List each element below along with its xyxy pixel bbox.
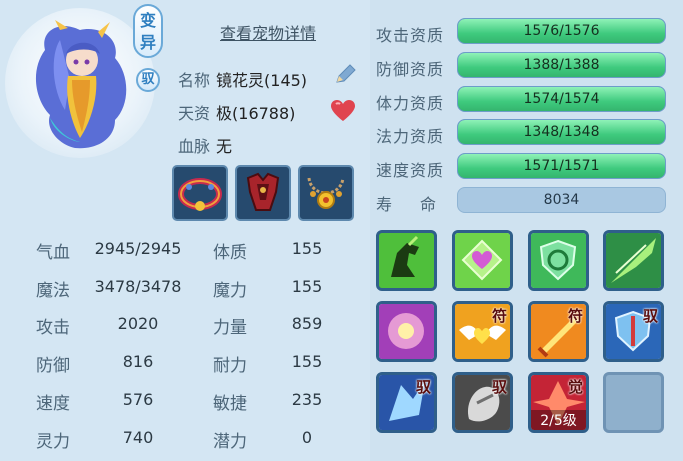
skill-tag-tame: 驭 xyxy=(415,378,431,396)
aptitude-label-speed: 速度资质 xyxy=(376,161,445,180)
equipment-slot-collar[interactable] xyxy=(172,165,228,221)
attr-label-agility: 敏捷 xyxy=(213,394,247,414)
view-pet-details-link[interactable]: 查看宠物详情 xyxy=(220,20,316,44)
equipment-slot-necklace[interactable] xyxy=(298,165,354,221)
skill-slot-3[interactable] xyxy=(528,230,589,291)
skill-slot-9[interactable]: 驭 xyxy=(376,372,437,433)
attr-label-endurance: 耐力 xyxy=(213,356,247,376)
aptitude-bar-speed: 1571/1571 xyxy=(457,153,666,179)
pet-bloodline-row: 血脉无 xyxy=(178,133,232,157)
stat-label-spirit: 灵力 xyxy=(36,432,70,452)
lifespan-value: 8034 xyxy=(457,187,666,213)
aptitude-value-defense: 1388/1388 xyxy=(523,57,600,73)
attr-label-constitution: 体质 xyxy=(213,243,247,263)
lotus-skill-icon xyxy=(379,304,434,359)
skill-slot-10[interactable]: 驭 xyxy=(452,372,513,433)
necklace-equipment-icon xyxy=(307,177,345,209)
aptitude-bar-defense: 1388/1388 xyxy=(457,52,666,78)
pencil-icon[interactable] xyxy=(332,62,358,88)
armor-equipment-icon xyxy=(246,172,280,211)
name-label: 名称 xyxy=(178,71,211,90)
stat-value-spirit: 740 xyxy=(122,428,154,447)
attr-value-magic: 155 xyxy=(291,277,323,296)
collar-equipment-icon xyxy=(178,178,222,211)
stat-value-hp: 2945/2945 xyxy=(94,239,182,258)
stat-value-defense: 816 xyxy=(122,352,154,371)
attr-label-potential: 潜力 xyxy=(213,432,247,452)
tame-badge: 驭 xyxy=(136,68,160,92)
stat-value-attack: 2020 xyxy=(117,314,159,333)
aptitude-label-stamina: 体力资质 xyxy=(376,94,445,113)
wind-blade-skill-icon xyxy=(606,233,661,288)
attr-value-agility: 235 xyxy=(291,390,323,409)
aptitude-value-attack: 1576/1576 xyxy=(523,23,600,39)
heart-icon[interactable] xyxy=(330,99,356,123)
skill-slot-4[interactable] xyxy=(603,230,664,291)
stat-label-attack: 攻击 xyxy=(36,318,70,338)
bloodline-label: 血脉 xyxy=(178,137,211,156)
aptitude-bar-stamina: 1574/1574 xyxy=(457,86,666,112)
skill-slot-2[interactable] xyxy=(452,230,513,291)
skill-slot-8[interactable]: 驭 xyxy=(603,301,664,362)
skill-tag-tame: 驭 xyxy=(642,307,658,325)
aptitude-value-speed: 1571/1571 xyxy=(523,158,600,174)
pet-bloodline-value: 无 xyxy=(216,137,233,156)
stat-label-speed: 速度 xyxy=(36,394,70,414)
attr-value-endurance: 155 xyxy=(291,352,323,371)
skill-slot-11[interactable]: 觉 2/5级 xyxy=(528,372,589,433)
skill-level-text: 2/5级 xyxy=(531,410,586,430)
skill-slot-7[interactable]: 符 xyxy=(528,301,589,362)
mutant-badge: 变异 xyxy=(133,4,163,58)
aptitude-bar-mana: 1348/1348 xyxy=(457,119,666,145)
pet-talent-row: 天资 极(16788) xyxy=(178,100,295,124)
equipment-slot-armor[interactable] xyxy=(235,165,291,221)
stat-value-mp: 3478/3478 xyxy=(94,277,182,296)
aptitude-bar-attack: 1576/1576 xyxy=(457,18,666,44)
aptitude-label-mana: 法力资质 xyxy=(376,127,445,146)
pet-name-value: 镜花灵(145) xyxy=(216,71,308,90)
attr-value-strength: 859 xyxy=(291,314,323,333)
skill-slot-6[interactable]: 符 xyxy=(452,301,513,362)
stat-value-speed: 576 xyxy=(122,390,154,409)
heart-shield-skill-icon xyxy=(455,233,510,288)
stat-label-mp: 魔法 xyxy=(36,281,70,301)
attr-label-strength: 力量 xyxy=(213,318,247,338)
talent-label: 天资 xyxy=(178,104,211,123)
horse-skill-icon xyxy=(379,233,434,288)
skill-slot-5[interactable] xyxy=(376,301,437,362)
pet-talent-value: 极(16788) xyxy=(216,104,296,123)
skill-tag-talisman: 符 xyxy=(491,307,507,325)
attr-label-magic: 魔力 xyxy=(213,281,247,301)
stat-label-defense: 防御 xyxy=(36,356,70,376)
pet-name-row: 名称 镜花灵(145) xyxy=(178,67,307,91)
skill-tag-awaken: 觉 xyxy=(567,378,583,396)
aptitude-label-defense: 防御资质 xyxy=(376,60,445,79)
shield-skill-icon xyxy=(531,233,586,288)
pet-portrait xyxy=(35,20,127,149)
attr-value-constitution: 155 xyxy=(291,239,323,258)
skill-tag-tame: 驭 xyxy=(491,378,507,396)
aptitude-label-attack: 攻击资质 xyxy=(376,26,445,45)
attr-value-potential: 0 xyxy=(301,428,313,447)
skill-tag-talisman: 符 xyxy=(567,307,583,325)
lifespan-label: 寿 命 xyxy=(376,195,443,214)
stat-label-hp: 气血 xyxy=(36,243,70,263)
aptitude-value-stamina: 1574/1574 xyxy=(523,91,600,107)
skill-slot-1[interactable] xyxy=(376,230,437,291)
skill-slot-empty[interactable] xyxy=(603,372,664,433)
aptitude-value-mana: 1348/1348 xyxy=(523,124,600,140)
